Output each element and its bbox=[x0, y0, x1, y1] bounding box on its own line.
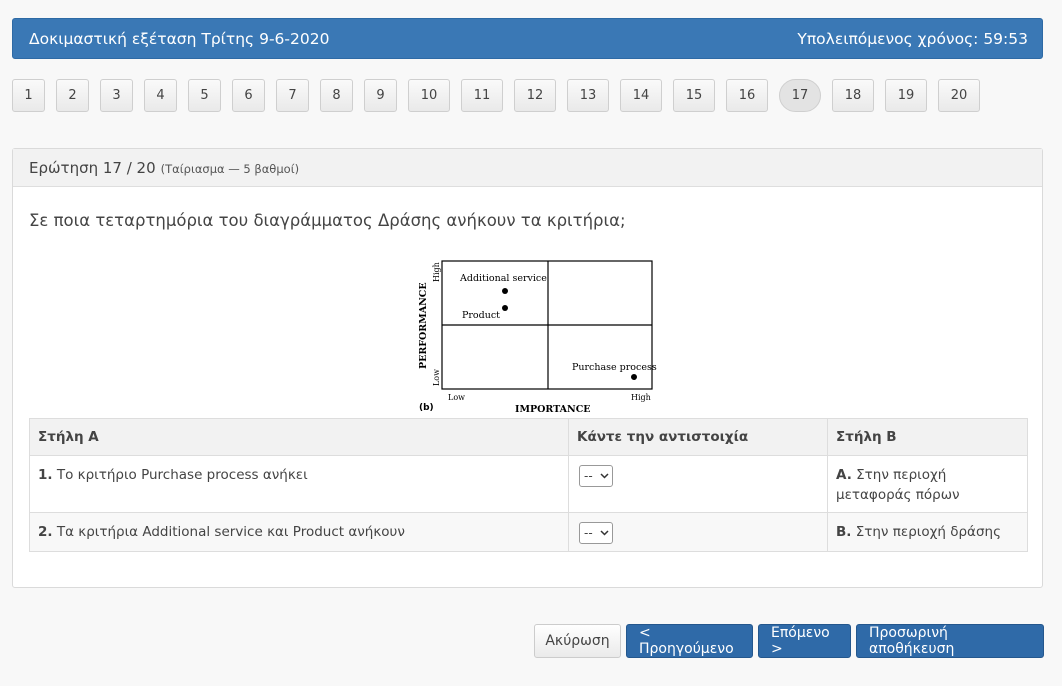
page-button-5[interactable]: 5 bbox=[188, 79, 221, 112]
page-button-12[interactable]: 12 bbox=[514, 79, 556, 112]
matching-table: Στήλη Α Κάντε την αντιστοιχία Στήλη Β 1.… bbox=[29, 418, 1028, 552]
x-axis-low: Low bbox=[448, 393, 465, 402]
question-header: Ερώτηση 17 / 20 (Ταίριασμα — 5 βαθμοί) bbox=[13, 149, 1042, 187]
match-column-header: Κάντε την αντιστοιχία bbox=[568, 418, 828, 456]
page-button-16[interactable]: 16 bbox=[726, 79, 768, 112]
cancel-button[interactable]: Ακύρωση bbox=[534, 624, 621, 658]
question-pager: 1 2 3 4 5 6 7 8 9 10 11 12 13 14 15 16 17 18 19 20 bbox=[12, 79, 991, 112]
page-button-15[interactable]: 15 bbox=[673, 79, 715, 112]
page-button-1[interactable]: 1 bbox=[12, 79, 45, 112]
next-button[interactable]: Επόμενο > bbox=[758, 624, 851, 658]
row-select-cell: -- bbox=[568, 455, 828, 513]
page-button-6[interactable]: 6 bbox=[232, 79, 265, 112]
column-a-header: Στήλη Α bbox=[29, 418, 569, 456]
page-button-13[interactable]: 13 bbox=[567, 79, 609, 112]
row-select-cell: -- bbox=[568, 512, 828, 552]
point-product bbox=[502, 305, 508, 311]
match-select-1[interactable]: -- bbox=[579, 465, 613, 487]
y-axis-label: PERFORMANCE bbox=[418, 282, 429, 369]
page-button-10[interactable]: 10 bbox=[408, 79, 450, 112]
table-row: 1. Το κριτήριο Purchase process ανήκει -… bbox=[29, 455, 1028, 513]
panel-label: (b) bbox=[419, 403, 434, 412]
page-button-8[interactable]: 8 bbox=[320, 79, 353, 112]
y-axis-low: Low bbox=[432, 369, 441, 386]
x-axis-high: High bbox=[631, 393, 651, 402]
question-panel: Ερώτηση 17 / 20 (Ταίριασμα — 5 βαθμοί) Σ… bbox=[12, 148, 1043, 588]
save-draft-button[interactable]: Προσωρινή αποθήκευση bbox=[856, 624, 1044, 658]
chevron-down-icon bbox=[600, 530, 609, 536]
page-button-4[interactable]: 4 bbox=[144, 79, 177, 112]
row-option: A. Στην περιοχή μεταφοράς πόρων bbox=[827, 455, 1028, 513]
question-meta: (Ταίριασμα — 5 βαθμοί) bbox=[160, 161, 300, 176]
page-button-20[interactable]: 20 bbox=[938, 79, 980, 112]
remaining-time: Υπολειπόμενος χρόνος: 59:53 bbox=[797, 29, 1028, 48]
page-button-2[interactable]: 2 bbox=[56, 79, 89, 112]
action-diagram: Additional service Product Purchase proc… bbox=[403, 252, 658, 416]
point-label-product: Product bbox=[462, 310, 500, 321]
row-option: B. Στην περιοχή δράσης bbox=[827, 512, 1028, 552]
exam-title: Δοκιμαστική εξέταση Τρίτης 9-6-2020 bbox=[29, 29, 330, 48]
x-axis-label: IMPORTANCE bbox=[515, 404, 591, 412]
y-axis-high: High bbox=[432, 262, 441, 282]
match-select-2[interactable]: -- bbox=[579, 522, 613, 544]
point-purchase-process bbox=[631, 374, 637, 380]
point-label-additional-service: Additional service bbox=[459, 273, 547, 284]
navigation-buttons: Ακύρωση < Προηγούμενο Επόμενο > Προσωριν… bbox=[534, 624, 1044, 658]
page-button-18[interactable]: 18 bbox=[832, 79, 874, 112]
page-button-14[interactable]: 14 bbox=[620, 79, 662, 112]
point-additional-service bbox=[502, 288, 508, 294]
previous-button[interactable]: < Προηγούμενο bbox=[626, 624, 753, 658]
page-button-7[interactable]: 7 bbox=[276, 79, 309, 112]
row-statement: 2. Τα κριτήρια Additional service και Pr… bbox=[29, 512, 569, 552]
table-row: 2. Τα κριτήρια Additional service και Pr… bbox=[29, 512, 1028, 552]
page-button-3[interactable]: 3 bbox=[100, 79, 133, 112]
page-button-19[interactable]: 19 bbox=[885, 79, 927, 112]
column-b-header: Στήλη Β bbox=[827, 418, 1028, 456]
exam-header: Δοκιμαστική εξέταση Τρίτης 9-6-2020 Υπολ… bbox=[12, 18, 1043, 59]
row-statement: 1. Το κριτήριο Purchase process ανήκει bbox=[29, 455, 569, 513]
page-button-9[interactable]: 9 bbox=[364, 79, 397, 112]
question-number: Ερώτηση 17 / 20 bbox=[29, 158, 156, 177]
question-text: Σε ποια τεταρτημόρια του διαγράμματος Δρ… bbox=[29, 211, 626, 230]
chevron-down-icon bbox=[600, 473, 609, 479]
page-button-11[interactable]: 11 bbox=[461, 79, 503, 112]
page-button-17[interactable]: 17 bbox=[779, 79, 821, 112]
point-label-purchase-process: Purchase process bbox=[572, 362, 657, 373]
